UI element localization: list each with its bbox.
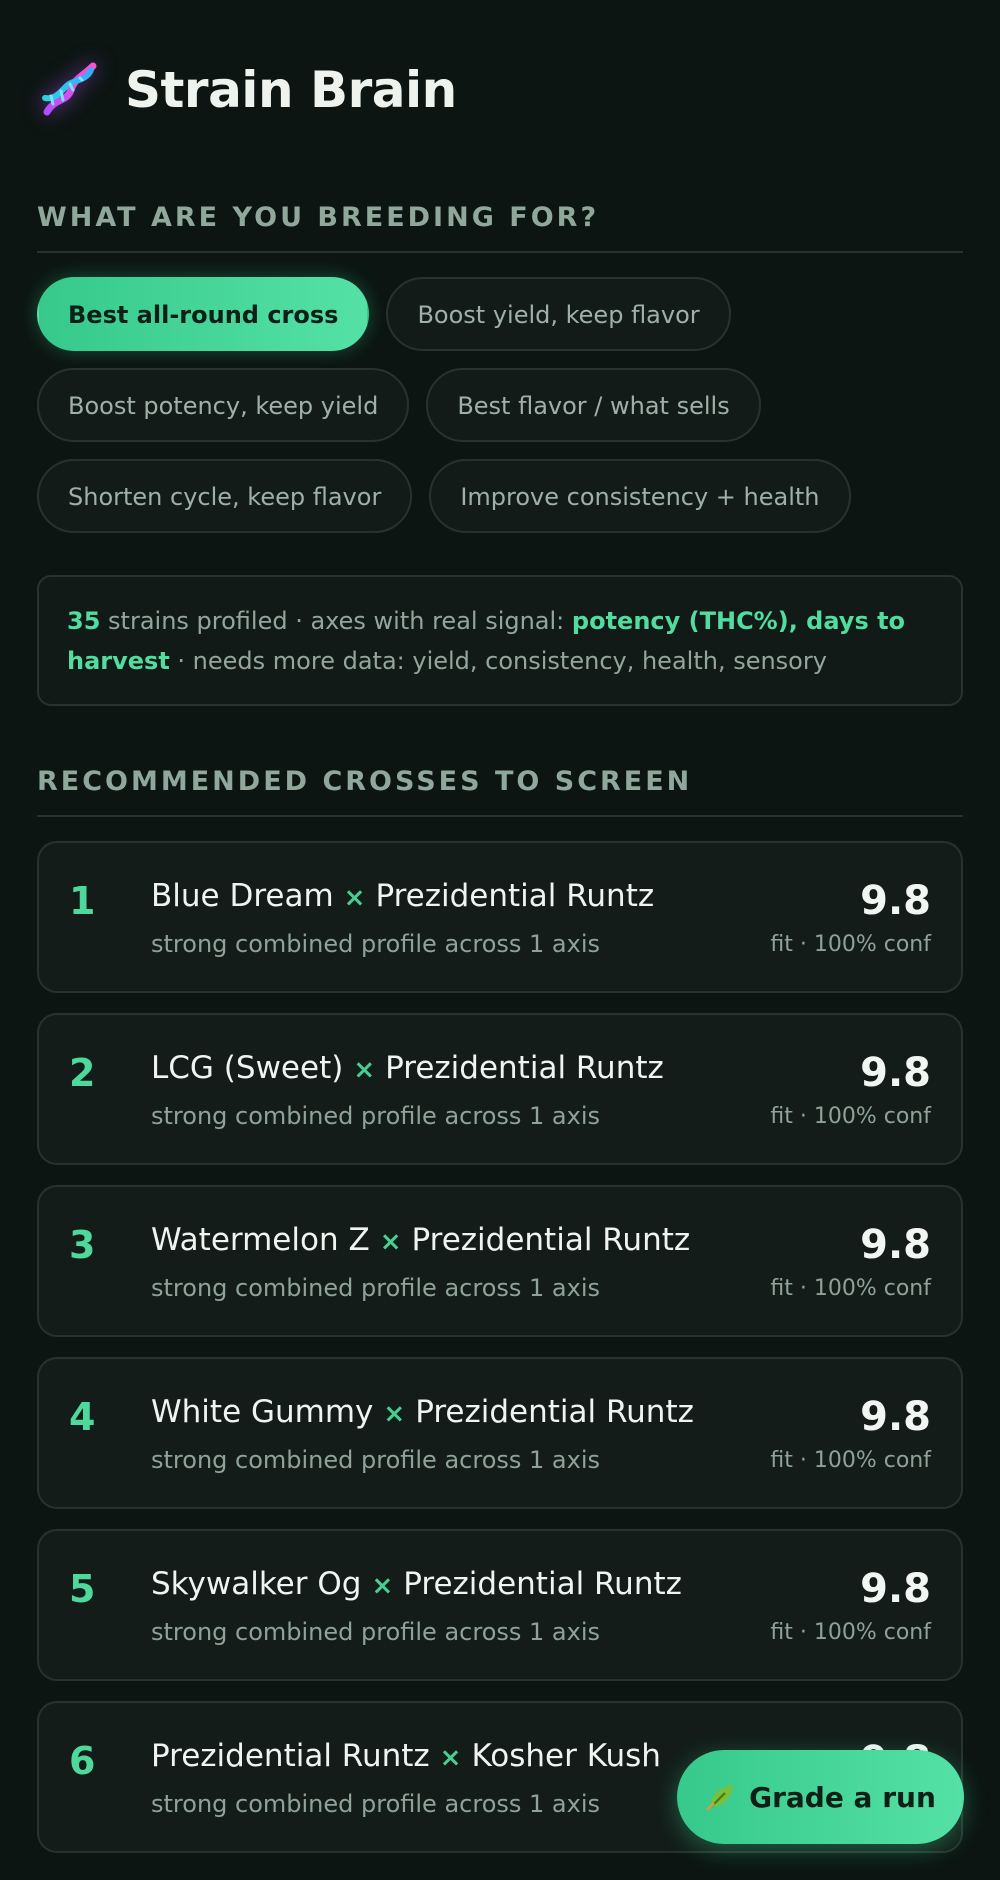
cross-icon: × [353,1055,376,1085]
goal-chip[interactable]: Boost yield, keep flavor [386,277,731,351]
parent-a: LCG (Sweet) [151,1050,344,1086]
parent-a: Watermelon Z [151,1222,370,1258]
fit-score-value: 9.8 [860,1393,931,1440]
cross-rank: 5 [69,1567,96,1611]
parent-b: Prezidential Runtz [403,1566,682,1602]
goal-chip[interactable]: Best flavor / what sells [426,368,761,442]
fit-score: 9.8 fit · 100% conf [770,878,931,957]
cross-icon: × [343,883,366,913]
cross-info: Skywalker Og × Prezidential Runtz strong co… [151,1564,770,1646]
cross-note: strong combined profile across 1 axis [151,1102,600,1130]
cross-card[interactable]: 1 Blue Dream × Prezidential Runtz strong com… [37,841,963,993]
cross-note: strong combined profile across 1 axis [151,1618,600,1646]
goal-chip[interactable]: Boost potency, keep yield [37,368,410,442]
breeding-goals-section: WHAT ARE YOU BREEDING FOR? Best all-roun… [37,202,963,533]
strain-count: 35 [67,607,101,635]
cross-info: LCG (Sweet) × Prezidential Runtz strong com… [151,1048,770,1130]
cross-card[interactable]: 2 LCG (Sweet) × Prezidential Runtz strong co… [37,1013,963,1165]
cross-title: Blue Dream × Prezidential Runtz [151,876,770,918]
cross-icon: × [379,1227,402,1257]
parent-a: Prezidential Runtz [151,1738,430,1774]
summary-text-2: · needs more data: yield, consistency, h… [169,647,827,675]
fit-score: 9.8 fit · 100% conf [770,1050,931,1129]
goal-chip[interactable]: Best all-round cross [37,277,370,351]
cross-title: Prezidential Runtz × Kosher Kush [151,1736,770,1778]
recommendations-heading: RECOMMENDED CROSSES TO SCREEN [37,766,963,817]
grade-run-button[interactable]: Grade a run [677,1750,964,1844]
cross-title: Skywalker Og × Prezidential Runtz [151,1564,770,1606]
cross-rank: 4 [69,1395,96,1439]
goal-chip[interactable]: Shorten cycle, keep flavor [37,459,413,533]
cross-rank: 3 [69,1223,96,1267]
parent-a: Blue Dream [151,878,334,914]
dna-icon [42,62,97,116]
fit-score-value: 9.8 [860,877,931,924]
cross-note: strong combined profile across 1 axis [151,1274,600,1302]
cross-rank: 1 [69,879,96,923]
parent-b: Prezidential Runtz [415,1394,694,1430]
profile-summary: 35 strains profiled · axes with real sig… [37,575,963,706]
cross-card[interactable]: 5 Skywalker Og × Prezidential Runtz strong c… [37,1529,963,1681]
parent-b: Prezidential Runtz [375,878,655,914]
parent-a: Skywalker Og [151,1566,362,1602]
cross-title: LCG (Sweet) × Prezidential Runtz [151,1048,770,1090]
cross-card[interactable]: 3 Watermelon Z × Prezidential Runtz strong c… [37,1185,963,1337]
cross-title: White Gummy × Prezidential Runtz [151,1392,770,1434]
goal-chip-group: Best all-round cross Boost yield, keep fl… [37,277,963,533]
cross-note: strong combined profile across 1 axis [151,930,600,958]
cross-info: Watermelon Z × Prezidential Runtz strong co… [151,1220,770,1302]
fit-score-meta: fit · 100% conf [770,1619,931,1645]
cross-rank: 2 [69,1051,96,1095]
cross-info: White Gummy × Prezidential Runtz strong com… [151,1392,770,1474]
cross-note: strong combined profile across 1 axis [151,1446,600,1474]
app-header: Strain Brain [37,0,963,180]
parent-b: Prezidential Runtz [385,1050,664,1086]
fit-score-meta: fit · 100% conf [770,1275,931,1301]
cross-title: Watermelon Z × Prezidential Runtz [151,1220,770,1262]
parent-b: Kosher Kush [471,1738,661,1774]
fit-score-meta: fit · 100% conf [770,931,931,957]
parent-a: White Gummy [151,1394,374,1430]
recommendation-list: 1 Blue Dream × Prezidential Runtz strong com… [37,841,963,1853]
cross-icon: × [383,1399,406,1429]
leaf-icon [706,1785,734,1811]
fit-score-value: 9.8 [860,1049,931,1096]
fit-score-value: 9.8 [860,1221,931,1268]
goal-chip[interactable]: Improve consistency + health [429,459,851,533]
summary-text-1: strains profiled · axes with real signal… [100,607,572,635]
cross-info: Blue Dream × Prezidential Runtz strong comb… [151,876,770,958]
grade-run-label: Grade a run [749,1780,936,1814]
cross-icon: × [439,1743,462,1773]
app-page: Strain Brain WHAT ARE YOU BREEDING FOR? … [0,0,1000,1853]
recommendations-section: RECOMMENDED CROSSES TO SCREEN 1 Blue Drea… [37,766,963,1853]
cross-rank: 6 [69,1739,96,1783]
fit-score: 9.8 fit · 100% conf [770,1394,931,1473]
cross-card[interactable]: 4 White Gummy × Prezidential Runtz strong co… [37,1357,963,1509]
parent-b: Prezidential Runtz [411,1222,691,1258]
fit-score-value: 9.8 [860,1565,931,1612]
breeding-goals-heading: WHAT ARE YOU BREEDING FOR? [37,202,963,253]
fit-score-meta: fit · 100% conf [770,1447,931,1473]
fit-score: 9.8 fit · 100% conf [770,1566,931,1645]
fit-score: 9.8 fit · 100% conf [770,1222,931,1301]
fit-score-meta: fit · 100% conf [770,1103,931,1129]
app-title: Strain Brain [125,61,457,119]
cross-icon: × [371,1571,394,1601]
